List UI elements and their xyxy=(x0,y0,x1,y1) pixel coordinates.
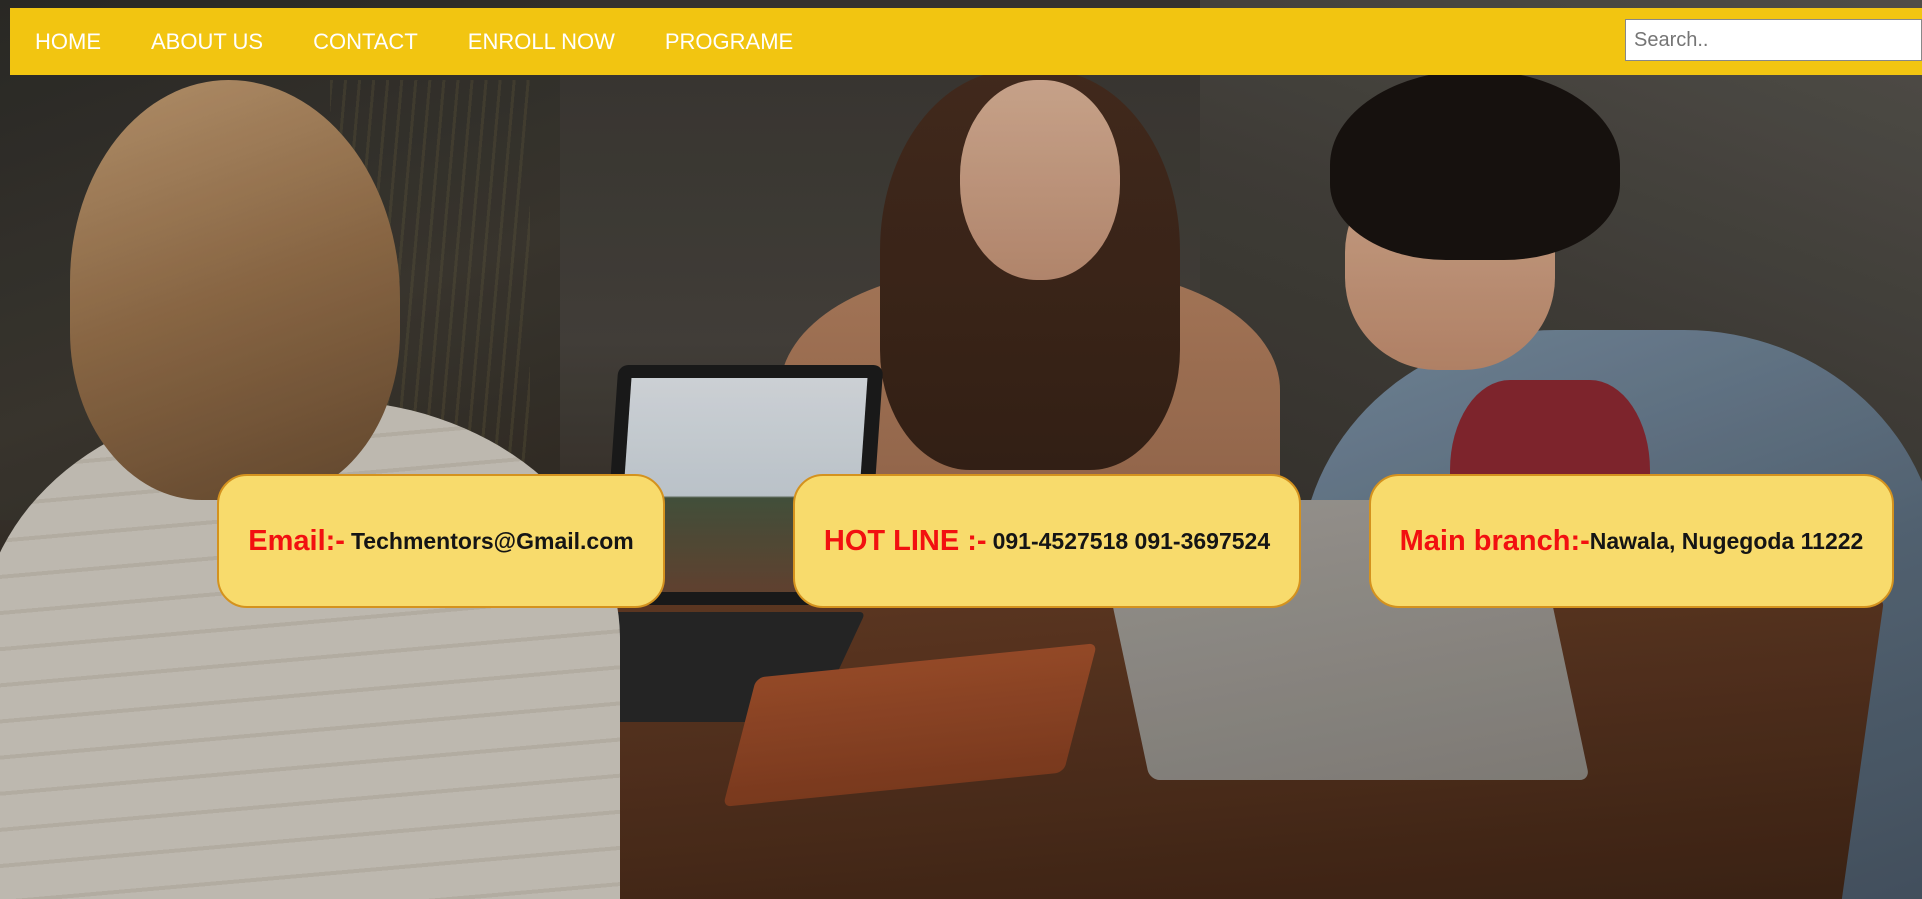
email-value: Techmentors@Gmail.com xyxy=(350,527,634,554)
email-card: Email:- Techmentors@Gmail.com xyxy=(217,474,665,608)
hero-background-photo xyxy=(0,0,1922,899)
search-input[interactable] xyxy=(1625,19,1922,61)
hotline-card: HOT LINE :- 091-4527518 091-3697524 xyxy=(793,474,1301,608)
nav-enroll-now-link[interactable]: ENROLL NOW xyxy=(443,8,640,75)
email-label: Email:- xyxy=(248,524,345,557)
photo-overlay xyxy=(0,0,1922,899)
main-branch-card: Main branch:- Nawala, Nugegoda 11222 xyxy=(1369,474,1894,608)
nav-about-us-link[interactable]: ABOUT US xyxy=(126,8,288,75)
nav-contact-link[interactable]: CONTACT xyxy=(288,8,443,75)
main-branch-value: Nawala, Nugegoda 11222 xyxy=(1589,527,1864,554)
main-branch-label: Main branch:- xyxy=(1399,524,1590,557)
nav-home-link[interactable]: HOME xyxy=(10,8,126,75)
nav-links: HOME ABOUT US CONTACT ENROLL NOW PROGRAM… xyxy=(10,8,818,75)
hotline-label: HOT LINE :- xyxy=(823,524,987,557)
hotline-value: 091-4527518 091-3697524 xyxy=(992,527,1271,554)
nav-programe-link[interactable]: PROGRAME xyxy=(640,8,818,75)
top-navbar: HOME ABOUT US CONTACT ENROLL NOW PROGRAM… xyxy=(10,8,1922,75)
